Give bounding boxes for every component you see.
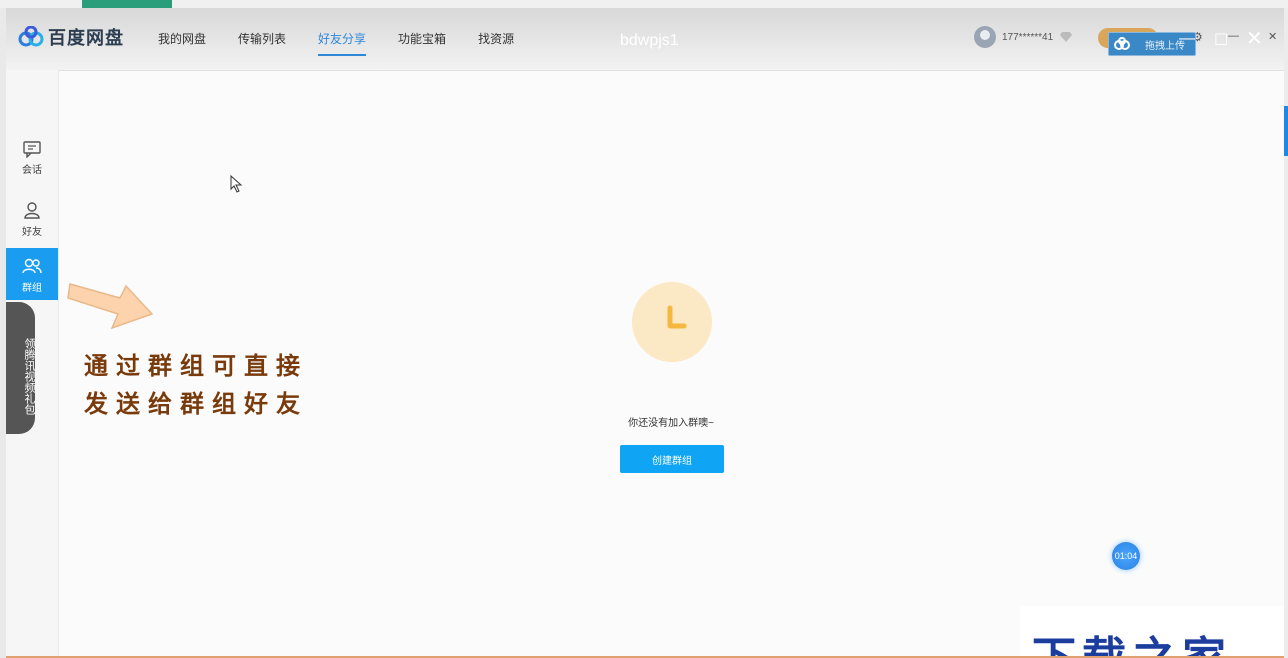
nav-friend-share[interactable]: 好友分享 — [318, 30, 367, 56]
annotation-line-2: 发送给群组好友 — [84, 391, 308, 418]
nav-toolbox[interactable]: 功能宝箱 — [398, 30, 446, 47]
cloud-logo-icon — [1114, 37, 1130, 50]
user-area[interactable]: 177******41 — [974, 26, 1073, 48]
pointer-arrow-icon — [67, 283, 154, 330]
maximize-icon[interactable]: ☐ — [1214, 30, 1228, 50]
nav-my-disk[interactable]: 我的网盘 — [158, 30, 206, 47]
watermark: 下载之家 — [1020, 606, 1284, 658]
background-strip-top — [0, 0, 1288, 8]
app-logo[interactable]: 百度网盘 — [18, 24, 124, 50]
sidebar-item-groups[interactable]: 群组 — [6, 248, 58, 300]
close-icon[interactable]: ✕ — [1246, 26, 1263, 51]
sidebar-item-label: 会话 — [22, 165, 42, 176]
sidebar-item-label: 群组 — [22, 283, 42, 294]
app-window: 百度网盘 我的网盘 传输列表 好友分享 功能宝箱 找资源 bdwpjs1 177… — [6, 8, 1284, 658]
sidebar-item-label: 好友 — [22, 227, 42, 238]
background-right-edge — [1284, 8, 1288, 658]
recording-timer: 01:04 — [1112, 542, 1140, 570]
title-bar: 百度网盘 我的网盘 传输列表 好友分享 功能宝箱 找资源 bdwpjs1 177… — [6, 8, 1284, 71]
person-icon — [24, 202, 40, 219]
chat-icon — [23, 141, 41, 158]
logo-text: 百度网盘 — [48, 28, 124, 48]
small-minimize-icon[interactable]: — — [1228, 30, 1239, 42]
group-icon — [22, 258, 42, 274]
nav-transfer-list[interactable]: 传输列表 — [238, 30, 286, 47]
minimize-icon[interactable]: — — [1179, 30, 1195, 48]
window-title: bdwpjs1 — [620, 32, 679, 49]
avatar[interactable] — [974, 26, 996, 48]
create-group-button[interactable]: 创建群组 — [620, 445, 724, 473]
mouse-cursor-icon — [230, 175, 243, 193]
small-close-icon[interactable]: ✕ — [1268, 30, 1277, 43]
background-blue-marker — [1284, 106, 1288, 156]
nav-find-resources[interactable]: 找资源 — [478, 30, 514, 47]
watermark-text: 下载之家 — [1032, 622, 1232, 658]
annotation-line-1: 通过群组可直接 — [84, 353, 308, 380]
sidebar-item-friends[interactable]: 好友 — [6, 192, 58, 244]
annotation-callout: 通过群组可直接 发送给群组好友 — [84, 348, 308, 424]
sidebar-item-chat[interactable]: 会话 — [6, 132, 58, 184]
username[interactable]: 177******41 — [1002, 32, 1053, 43]
top-nav: 我的网盘 传输列表 好友分享 功能宝箱 找资源 — [158, 30, 546, 56]
empty-clock-icon — [632, 282, 712, 362]
promo-tab[interactable]: 领腾讯视频礼包 — [6, 302, 35, 434]
vip-diamond-icon[interactable] — [1059, 31, 1073, 43]
empty-state-message: 你还没有加入群噢~ — [628, 418, 714, 429]
background-browser-tab — [82, 0, 172, 8]
baidu-cloud-logo-icon — [18, 26, 44, 47]
